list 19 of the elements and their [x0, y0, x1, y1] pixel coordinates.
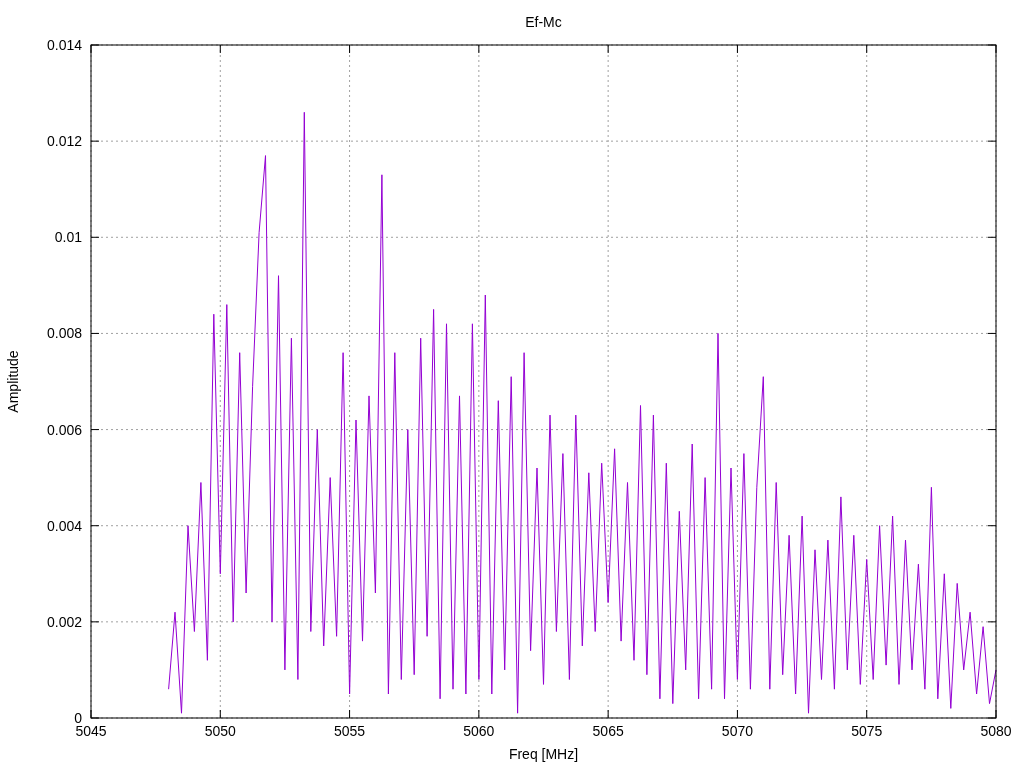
axis-tick-label: 5075: [851, 723, 883, 739]
axis-label: Freq [MHz]: [508, 746, 579, 762]
axis-tick-label: 0.008: [46, 325, 82, 342]
axis-tick-label: 0.014: [46, 37, 82, 53]
axis-tick-label: 0.006: [46, 421, 82, 438]
axis-tick-label: 0: [74, 710, 82, 726]
axis-tick-label: 0.01: [54, 229, 82, 246]
axis-tick-label: 5045: [75, 723, 107, 739]
axis-tick-label: 0.004: [46, 517, 82, 534]
axis-tick-label: 5065: [592, 723, 624, 739]
axis-tick-label: 0.002: [46, 613, 82, 630]
axis-tick-label: 5055: [334, 723, 366, 739]
axis-label: Amplitude: [5, 350, 21, 413]
axis-tick-label: 0.012: [46, 133, 82, 150]
axis-tick-label: 5080: [980, 723, 1012, 739]
axis-tick-label: 5060: [463, 723, 495, 739]
axis-tick-label: 5050: [204, 723, 236, 739]
axis-tick-label: 5070: [721, 723, 753, 739]
chart-title: Ef-Mc: [525, 14, 562, 30]
